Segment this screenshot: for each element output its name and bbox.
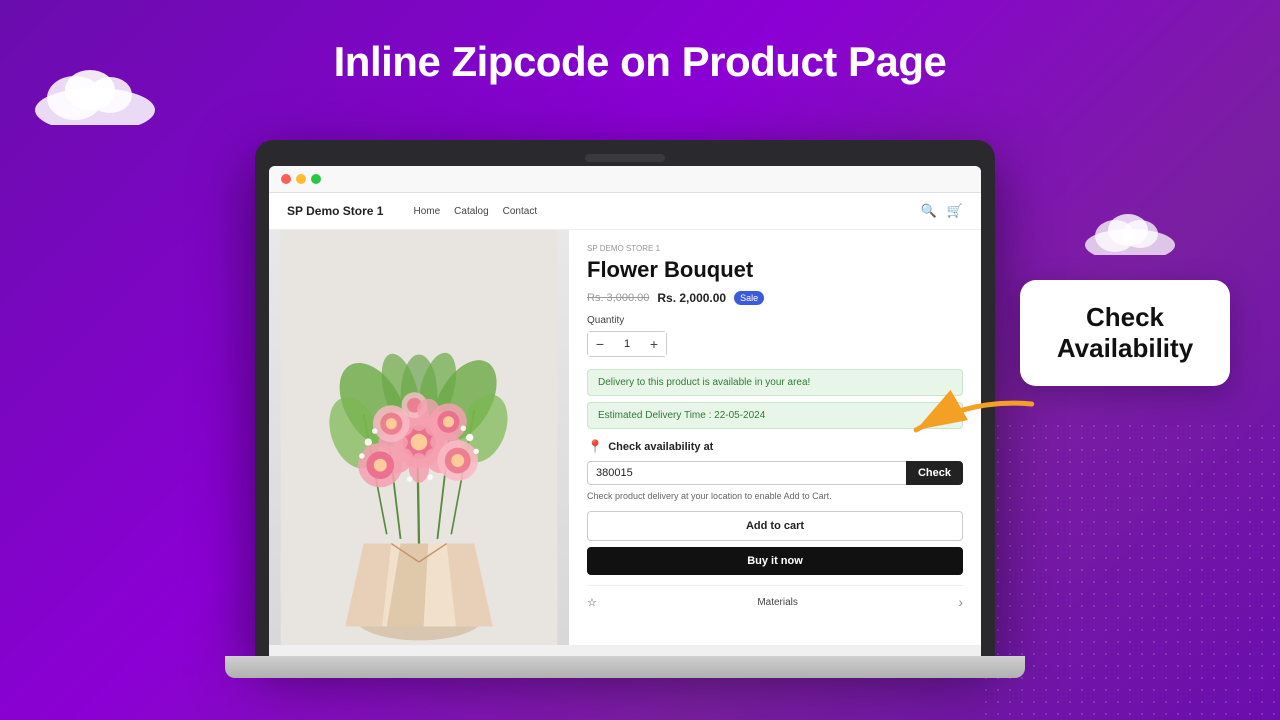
delivery-message: Delivery to this product is available in… xyxy=(587,369,963,396)
page-title: Inline Zipcode on Product Page xyxy=(0,38,1280,86)
materials-chevron-icon[interactable]: › xyxy=(958,594,963,610)
laptop-screen: SP Demo Store 1 Home Catalog Contact 🔍 🛒 xyxy=(269,166,981,656)
buy-now-button[interactable]: Buy it now xyxy=(587,547,963,575)
cloud-decoration-right xyxy=(1080,210,1180,260)
browser-chrome xyxy=(269,166,981,193)
materials-row: ☆ Materials › xyxy=(587,585,963,610)
store-breadcrumb: SP DEMO STORE 1 xyxy=(587,244,963,253)
nav-icons: 🔍 🛒 xyxy=(921,203,963,219)
quantity-value: 1 xyxy=(612,338,642,350)
sale-badge: Sale xyxy=(734,291,764,305)
nav-home[interactable]: Home xyxy=(413,206,440,217)
check-input-row: Check xyxy=(587,461,963,485)
sale-price: Rs. 2,000.00 xyxy=(657,291,726,305)
callout-box: Check Availability xyxy=(1020,280,1230,386)
check-note: Check product delivery at your location … xyxy=(587,491,963,501)
quantity-control: − 1 + xyxy=(587,331,667,357)
browser-window-controls xyxy=(281,174,321,184)
store-nav: SP Demo Store 1 Home Catalog Contact 🔍 🛒 xyxy=(269,193,981,230)
store-page: SP Demo Store 1 Home Catalog Contact 🔍 🛒 xyxy=(269,193,981,645)
flower-bouquet-image xyxy=(269,230,569,645)
laptop-camera-notch xyxy=(585,154,665,162)
zipcode-input[interactable] xyxy=(587,461,906,485)
close-window-dot[interactable] xyxy=(281,174,291,184)
product-name: Flower Bouquet xyxy=(587,257,963,283)
product-layout: SP DEMO STORE 1 Flower Bouquet Rs. 3,000… xyxy=(269,230,981,645)
quantity-plus-button[interactable]: + xyxy=(642,332,666,356)
pin-icon: 📍 xyxy=(587,439,603,455)
search-icon[interactable]: 🔍 xyxy=(921,203,937,219)
quantity-minus-button[interactable]: − xyxy=(588,332,612,356)
add-to-cart-button[interactable]: Add to cart xyxy=(587,511,963,541)
nav-links: Home Catalog Contact xyxy=(413,206,537,217)
maximize-window-dot[interactable] xyxy=(311,174,321,184)
product-image-area xyxy=(269,230,569,645)
price-row: Rs. 3,000.00 Rs. 2,000.00 Sale xyxy=(587,291,963,305)
page-header: Inline Zipcode on Product Page xyxy=(0,0,1280,116)
check-button[interactable]: Check xyxy=(906,461,963,485)
check-availability-callout: Check Availability xyxy=(1020,280,1230,386)
nav-contact[interactable]: Contact xyxy=(503,206,537,217)
flower-scene xyxy=(269,230,569,645)
nav-catalog[interactable]: Catalog xyxy=(454,206,488,217)
check-availability-label: Check availability at xyxy=(608,441,713,453)
laptop-base xyxy=(225,656,1025,678)
laptop-screen-frame: SP Demo Store 1 Home Catalog Contact 🔍 🛒 xyxy=(255,140,995,656)
materials-label: Materials xyxy=(757,597,798,608)
minimize-window-dot[interactable] xyxy=(296,174,306,184)
original-price: Rs. 3,000.00 xyxy=(587,292,649,304)
store-logo: SP Demo Store 1 xyxy=(287,204,383,218)
cart-icon[interactable]: 🛒 xyxy=(947,203,963,219)
materials-icon: ☆ xyxy=(587,596,597,609)
quantity-label: Quantity xyxy=(587,315,963,326)
callout-text: Check Availability xyxy=(1048,302,1202,364)
